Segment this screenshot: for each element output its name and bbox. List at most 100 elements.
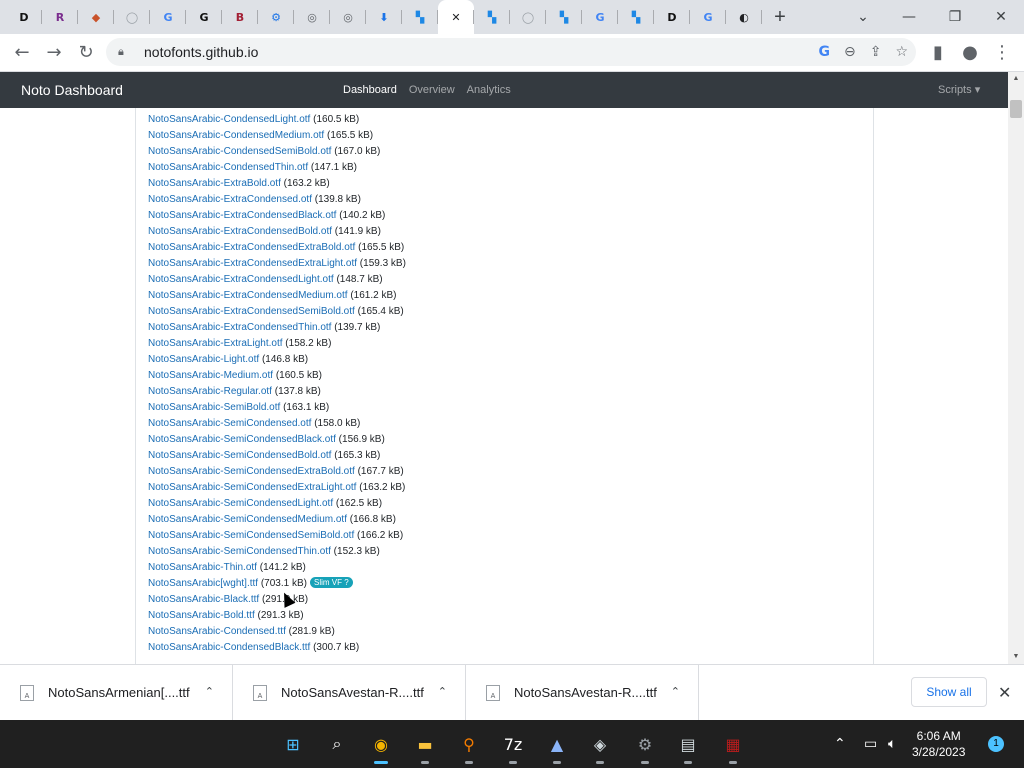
file-link[interactable]: NotoSansArabic-ExtraCondensedSemiBold.ot… bbox=[148, 306, 355, 317]
close-window-icon[interactable]: ✕ bbox=[978, 0, 1024, 34]
windows-start-icon[interactable]: ⊞ bbox=[279, 730, 307, 758]
browser-tab[interactable]: ✕ bbox=[438, 0, 474, 34]
share-icon[interactable]: ⇪ bbox=[870, 44, 882, 60]
file-link[interactable]: NotoSansArabic-ExtraCondensedMedium.otf bbox=[148, 290, 348, 301]
browser-tab[interactable]: ◆ bbox=[78, 0, 114, 34]
browser-tab[interactable]: ◎ bbox=[330, 0, 366, 34]
file-link[interactable]: NotoSansArabic-CondensedLight.otf bbox=[148, 114, 310, 125]
file-link[interactable]: NotoSansArabic-ExtraCondensed.otf bbox=[148, 194, 312, 205]
browser-tab[interactable]: ▚ bbox=[546, 0, 582, 34]
slim-vf-badge[interactable]: Slim VF ? bbox=[309, 577, 353, 588]
site-brand[interactable]: Noto Dashboard bbox=[21, 82, 123, 98]
volume-icon[interactable]: 🔈︎ bbox=[888, 720, 896, 768]
file-link[interactable]: NotoSansArabic-Regular.otf bbox=[148, 386, 272, 397]
zoom-icon[interactable]: ⊖ bbox=[844, 44, 856, 60]
back-icon[interactable]: ← bbox=[6, 37, 38, 69]
nav-overview[interactable]: Overview bbox=[409, 84, 455, 96]
file-link[interactable]: NotoSansArabic[wght].ttf bbox=[148, 578, 258, 589]
browser-tab[interactable]: ◎ bbox=[294, 0, 330, 34]
page-scrollbar[interactable]: ▲ ▼ bbox=[1008, 72, 1024, 664]
inkscape-icon[interactable]: ▲ bbox=[543, 730, 571, 764]
chevron-up-icon[interactable]: ⌃ bbox=[438, 685, 447, 698]
network-icon[interactable]: ▭ bbox=[864, 720, 877, 768]
file-link[interactable]: NotoSansArabic-Bold.ttf bbox=[148, 610, 255, 621]
file-link[interactable]: NotoSansArabic-SemiCondensedBold.otf bbox=[148, 450, 331, 461]
browser-tab[interactable]: R bbox=[42, 0, 78, 34]
bookmark-star-icon[interactable]: ☆ bbox=[895, 44, 908, 60]
browser-tab[interactable]: ▚ bbox=[402, 0, 438, 34]
show-hidden-icons[interactable]: ⌃ bbox=[834, 720, 846, 768]
scroll-thumb[interactable] bbox=[1010, 100, 1022, 118]
file-link[interactable]: NotoSansArabic-ExtraCondensedLight.otf bbox=[148, 274, 334, 285]
file-link[interactable]: NotoSansArabic-CondensedThin.otf bbox=[148, 162, 308, 173]
forward-icon[interactable]: → bbox=[38, 37, 70, 69]
browser-tab[interactable]: G bbox=[690, 0, 726, 34]
file-link[interactable]: NotoSansArabic-SemiCondensedExtraBold.ot… bbox=[148, 466, 355, 477]
file-link[interactable]: NotoSansArabic-SemiCondensed.otf bbox=[148, 418, 311, 429]
browser-tab[interactable]: G bbox=[186, 0, 222, 34]
file-link[interactable]: NotoSansArabic-CondensedBlack.ttf bbox=[148, 642, 310, 653]
browser-tab[interactable]: B bbox=[222, 0, 258, 34]
browser-tab[interactable]: ⚙ bbox=[258, 0, 294, 34]
file-link[interactable]: NotoSansArabic-ExtraCondensedThin.otf bbox=[148, 322, 331, 333]
browser-tab[interactable]: D bbox=[654, 0, 690, 34]
file-link[interactable]: NotoSansArabic-SemiCondensedSemiBold.otf bbox=[148, 530, 354, 541]
restore-icon[interactable]: ❐ bbox=[932, 0, 978, 34]
file-link[interactable]: NotoSansArabic-ExtraCondensedExtraLight.… bbox=[148, 258, 357, 269]
download-item[interactable]: A NotoSansArmenian[....ttf ⌃ bbox=[0, 664, 233, 721]
file-link[interactable]: NotoSansArabic-ExtraBold.otf bbox=[148, 178, 281, 189]
file-explorer-icon[interactable]: ▬ bbox=[411, 730, 439, 764]
minimize-icon[interactable]: — bbox=[886, 0, 932, 34]
side-panel-icon[interactable]: ▮ bbox=[922, 37, 954, 69]
chevron-up-icon[interactable]: ⌃ bbox=[671, 685, 680, 698]
file-link[interactable]: NotoSansArabic-Black.ttf bbox=[148, 594, 259, 605]
browser-tab[interactable]: ◯ bbox=[114, 0, 150, 34]
file-link[interactable]: NotoSansArabic-ExtraCondensedBlack.otf bbox=[148, 210, 336, 221]
profile-avatar-icon[interactable]: ● bbox=[954, 37, 986, 69]
scroll-up-icon[interactable]: ▲ bbox=[1008, 72, 1024, 86]
browser-tab[interactable]: D bbox=[6, 0, 42, 34]
new-tab-icon[interactable]: + bbox=[762, 0, 798, 34]
file-link[interactable]: NotoSansArabic-Light.otf bbox=[148, 354, 259, 365]
scroll-down-icon[interactable]: ▼ bbox=[1008, 650, 1024, 664]
7zip-icon[interactable]: 7z bbox=[499, 730, 527, 764]
search-tool-icon[interactable]: ⚲ bbox=[455, 730, 483, 764]
file-link[interactable]: NotoSansArabic-SemiCondensedMedium.otf bbox=[148, 514, 347, 525]
app-icon[interactable]: ◈ bbox=[586, 730, 614, 764]
tab-search-icon[interactable]: ⌄ bbox=[840, 0, 886, 34]
download-item[interactable]: A NotoSansAvestan-R....ttf ⌃ bbox=[466, 664, 699, 721]
file-link[interactable]: NotoSansArabic-SemiCondensedLight.otf bbox=[148, 498, 333, 509]
show-all-button[interactable]: Show all bbox=[911, 677, 987, 707]
file-link[interactable]: NotoSansArabic-Condensed.ttf bbox=[148, 626, 286, 637]
browser-tab[interactable]: ▚ bbox=[618, 0, 654, 34]
nav-dashboard[interactable]: Dashboard bbox=[343, 84, 397, 96]
reload-icon[interactable]: ↻ bbox=[70, 37, 102, 69]
chevron-up-icon[interactable]: ⌃ bbox=[205, 685, 214, 698]
file-link[interactable]: NotoSansArabic-SemiCondensedBlack.otf bbox=[148, 434, 336, 445]
address-bar[interactable]: 🔒︎ notofonts.github.io G ⊖ ⇪ ☆ bbox=[106, 38, 916, 66]
download-item[interactable]: A NotoSansAvestan-R....ttf ⌃ bbox=[233, 664, 466, 721]
search-icon[interactable]: ⌕ bbox=[323, 730, 351, 758]
google-lens-icon[interactable]: G bbox=[818, 44, 830, 60]
browser-tab[interactable]: G bbox=[150, 0, 186, 34]
file-link[interactable]: NotoSansArabic-SemiCondensedExtraLight.o… bbox=[148, 482, 356, 493]
browser-tab[interactable]: ⬇ bbox=[366, 0, 402, 34]
file-link[interactable]: NotoSansArabic-ExtraLight.otf bbox=[148, 338, 283, 349]
browser-tab[interactable]: ◐ bbox=[726, 0, 762, 34]
nav-analytics[interactable]: Analytics bbox=[467, 84, 511, 96]
winrar-icon[interactable]: ▦ bbox=[719, 730, 747, 764]
system-clock[interactable]: 6:06 AM 3/28/2023 bbox=[912, 728, 965, 760]
browser-tab[interactable]: ▚ bbox=[474, 0, 510, 34]
file-link[interactable]: NotoSansArabic-Thin.otf bbox=[148, 562, 257, 573]
file-link[interactable]: NotoSansArabic-ExtraCondensedBold.otf bbox=[148, 226, 332, 237]
chrome-icon[interactable]: ◉ bbox=[367, 730, 395, 764]
file-link[interactable]: NotoSansArabic-CondensedSemiBold.otf bbox=[148, 146, 331, 157]
clipboard-icon[interactable]: ▤ bbox=[674, 730, 702, 764]
active-tab-close-icon[interactable]: ✕ bbox=[448, 9, 464, 25]
menu-kebab-icon[interactable]: ⋮ bbox=[986, 37, 1018, 69]
file-link[interactable]: NotoSansArabic-Medium.otf bbox=[148, 370, 273, 381]
file-link[interactable]: NotoSansArabic-SemiCondensedThin.otf bbox=[148, 546, 331, 557]
url-text[interactable]: notofonts.github.io bbox=[144, 44, 258, 60]
scripts-dropdown[interactable]: Scripts ▾ bbox=[938, 83, 980, 96]
settings-icon[interactable]: ⚙ bbox=[631, 730, 659, 764]
